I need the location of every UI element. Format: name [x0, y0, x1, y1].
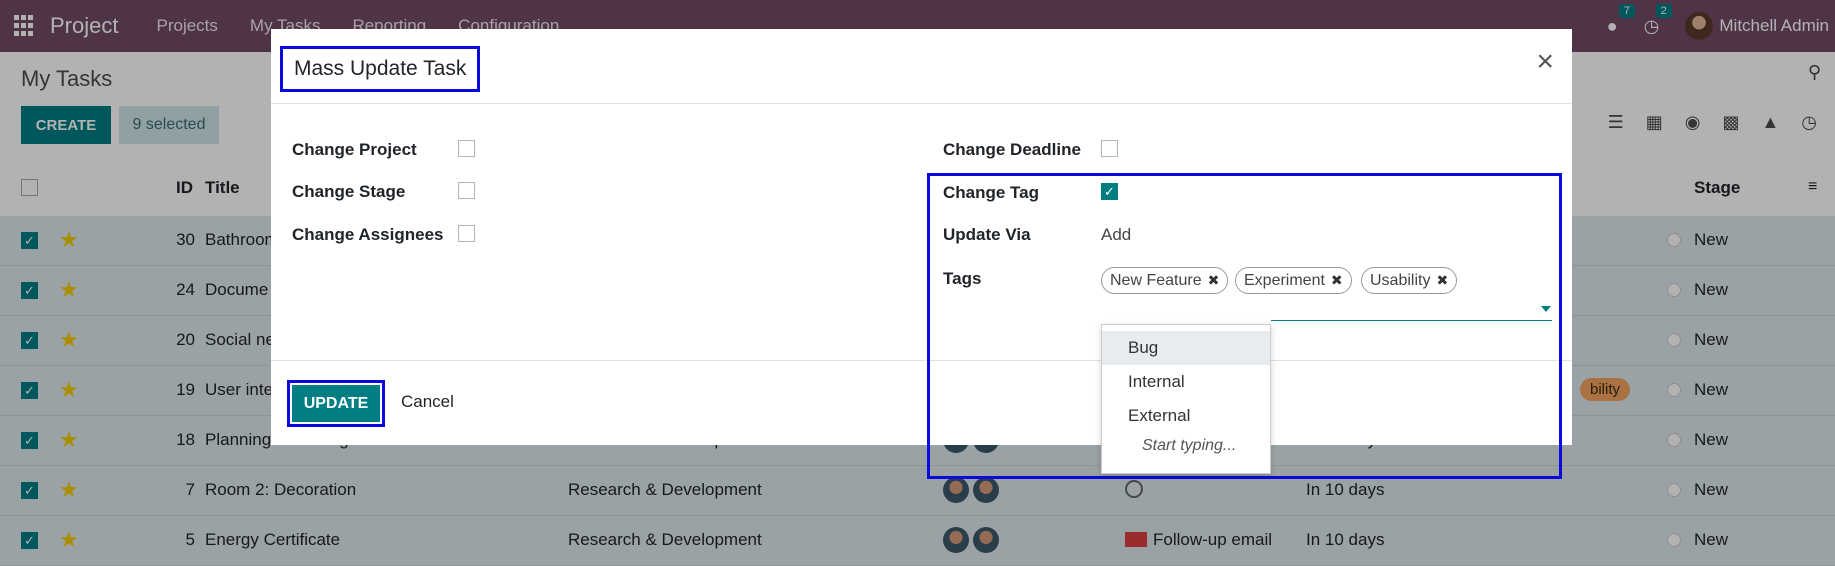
dialog-header: Mass Update Task × — [271, 29, 1572, 104]
update-via-value[interactable]: Add — [1101, 225, 1131, 245]
tags-label: Tags — [943, 269, 982, 288]
change-tag-checkbox[interactable]: ✓ — [1101, 183, 1118, 200]
remove-tag-icon[interactable]: ✖ — [1208, 272, 1220, 289]
change-deadline-checkbox[interactable] — [1101, 140, 1118, 157]
change-project-checkbox[interactable] — [458, 140, 475, 157]
dialog-title: Mass Update Task — [280, 46, 481, 92]
remove-tag-icon[interactable]: ✖ — [1436, 272, 1448, 289]
change-project-label: Change Project — [292, 140, 417, 159]
change-stage-checkbox[interactable] — [458, 182, 475, 199]
tag-chip-label: Experiment — [1244, 271, 1325, 289]
remove-tag-icon[interactable]: ✖ — [1331, 272, 1343, 289]
dropdown-option-internal[interactable]: Internal — [1102, 365, 1270, 399]
tag-chip-label: New Feature — [1110, 271, 1202, 289]
change-deadline-label: Change Deadline — [943, 140, 1081, 159]
tags-autocomplete-dropdown: Bug Internal External Start typing... — [1101, 324, 1271, 474]
dropdown-option-external[interactable]: External — [1102, 399, 1270, 433]
update-button-frame: UPDATE — [287, 380, 385, 427]
tag-chip: New Feature ✖ — [1101, 267, 1229, 294]
tags-input[interactable] — [1271, 320, 1552, 321]
change-assignees-label: Change Assignees — [292, 225, 444, 244]
update-via-label: Update Via — [943, 225, 1031, 244]
change-tag-label: Change Tag — [943, 183, 1040, 202]
cancel-button[interactable]: Cancel — [401, 392, 454, 412]
chevron-down-icon[interactable] — [1541, 306, 1551, 312]
dropdown-option-bug[interactable]: Bug — [1102, 331, 1270, 365]
update-button[interactable]: UPDATE — [292, 385, 380, 422]
tag-chip-label: Usability — [1370, 271, 1431, 289]
change-stage-label: Change Stage — [292, 182, 406, 201]
tag-chip: Usability ✖ — [1361, 267, 1458, 294]
dropdown-start-typing-hint: Start typing... — [1142, 437, 1237, 454]
close-icon[interactable]: × — [1536, 47, 1554, 77]
change-assignees-checkbox[interactable] — [458, 225, 475, 242]
tag-chip: Experiment ✖ — [1235, 267, 1352, 294]
